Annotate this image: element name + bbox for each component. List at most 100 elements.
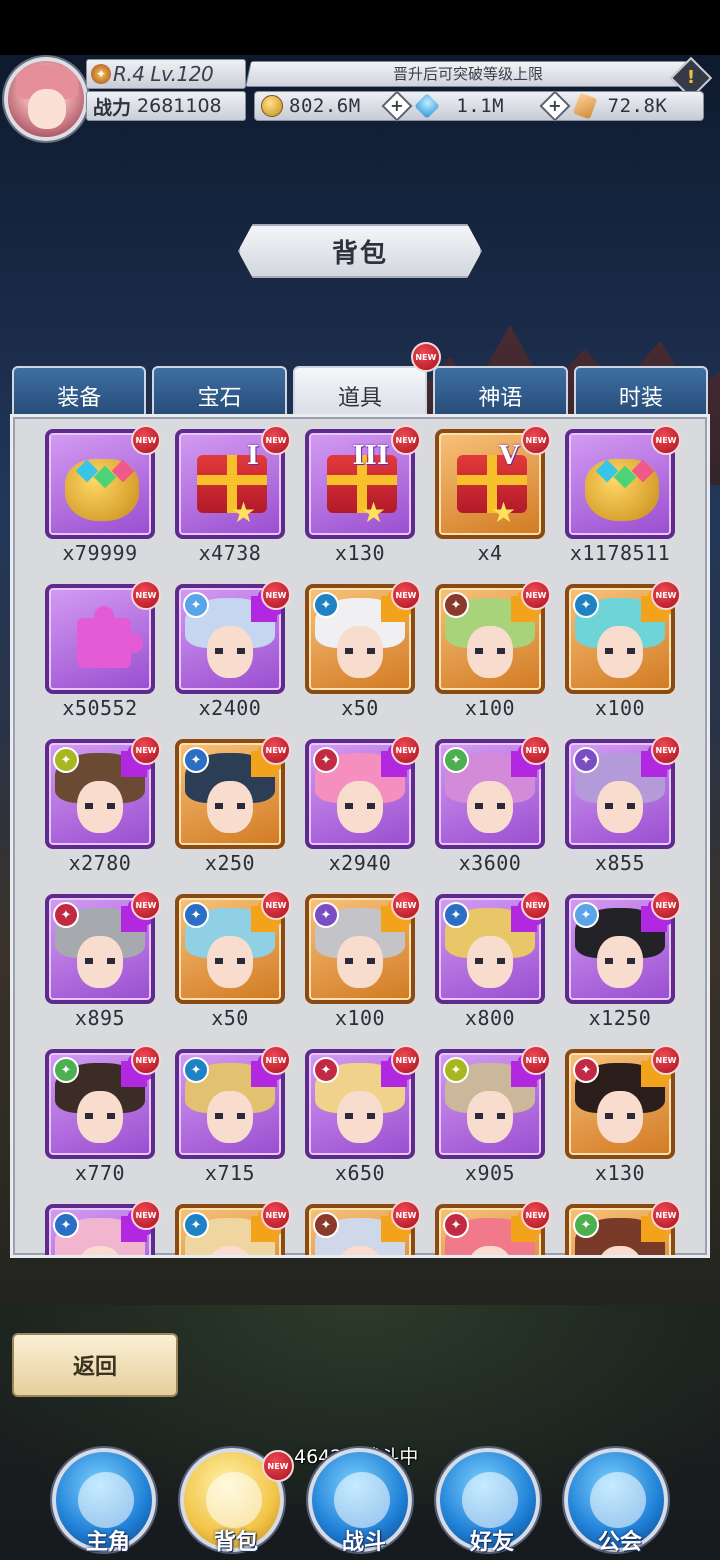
inventory-item[interactable]: ✦ NEW x2940 (305, 735, 421, 886)
inventory-item[interactable]: ✦ NEW x250 (175, 735, 291, 886)
nav-friends[interactable]: 好友 (436, 1448, 540, 1555)
item-quantity: x2780 (68, 851, 132, 875)
inventory-item[interactable]: ✦ NEW x100 (305, 890, 421, 1041)
currency-card: 72.8K (572, 92, 697, 120)
new-badge: NEW (651, 425, 681, 455)
tab-equipment[interactable]: 装备 (12, 366, 147, 416)
item-quantity: x3600 (458, 851, 522, 875)
inventory-item[interactable]: NEW x1178511 (565, 425, 681, 576)
hero-class-icon: ✦ (183, 1212, 209, 1238)
item-quantity: x4738 (198, 541, 262, 565)
inventory-item[interactable]: ✦ NEW (565, 1200, 681, 1255)
currency-gold: 802.6M (261, 95, 382, 117)
inventory-item[interactable]: ✦ NEW (305, 1200, 421, 1255)
avatar-face (28, 89, 66, 129)
back-button[interactable]: 返回 (12, 1333, 178, 1397)
nav-label: 公会 (597, 1530, 642, 1555)
inventory-item[interactable]: ✦ NEW x130 (565, 1045, 681, 1196)
new-badge: NEW (391, 580, 421, 610)
hero-class-icon: ✦ (183, 1057, 209, 1083)
new-badge: NEW (651, 890, 681, 920)
inventory-item[interactable]: NEW x79999 (45, 425, 161, 576)
inventory-item[interactable]: ✦ NEW x905 (435, 1045, 551, 1196)
tab-label: 神语 (478, 386, 523, 411)
new-badge: NEW (391, 1200, 421, 1230)
add-diamond-button[interactable]: + (539, 90, 571, 122)
nav-battle[interactable]: 战斗 (308, 1448, 412, 1555)
tab-items[interactable]: 道具 NEW (292, 342, 441, 416)
hero-class-icon: ✦ (53, 902, 79, 928)
tab-gems[interactable]: 宝石 (152, 366, 287, 416)
new-badge: NEW (651, 1045, 681, 1075)
item-grid: NEW x79999 I ★ NEW x4738 III ★ NEW x130 V ★ NEW x4 NEW… (45, 425, 695, 1255)
nav-guild[interactable]: 公会 (564, 1448, 668, 1555)
inventory-item[interactable]: ✦ NEW x770 (45, 1045, 161, 1196)
inventory-item[interactable]: III ★ NEW x130 (305, 425, 421, 576)
inventory-item[interactable]: ✦ NEW x2400 (175, 580, 291, 731)
item-quantity: x1178511 (569, 541, 671, 565)
star-icon: ★ (361, 496, 387, 529)
diamond-icon (414, 93, 441, 119)
rank-level-box: ✦ R.4 Lv.120 (86, 59, 246, 89)
inventory-item[interactable]: ✦ NEW x1250 (565, 890, 681, 1041)
hero-class-icon: ✦ (443, 902, 469, 928)
inventory-item[interactable]: ✦ NEW x3600 (435, 735, 551, 886)
inventory-item[interactable]: ✦ NEW x855 (565, 735, 681, 886)
inventory-item[interactable]: ✦ NEW (175, 1200, 291, 1255)
gold-coin-icon (261, 95, 283, 117)
tab-label: 时装 (618, 386, 663, 411)
tab-label: 宝石 (197, 386, 242, 411)
crossed-swords-icon (334, 1472, 390, 1528)
inventory-item[interactable]: ✦ NEW x715 (175, 1045, 291, 1196)
inventory-item[interactable]: ✦ NEW x800 (435, 890, 551, 1041)
new-badge: NEW (521, 735, 551, 765)
inventory-item[interactable]: ✦ NEW x2780 (45, 735, 161, 886)
inventory-item[interactable]: NEW x50552 (45, 580, 161, 731)
handshake-icon (462, 1472, 518, 1528)
hero-class-icon: ✦ (573, 592, 599, 618)
hero-class-icon: ✦ (443, 592, 469, 618)
item-quantity: x650 (334, 1161, 386, 1185)
new-badge: NEW (261, 580, 291, 610)
inventory-item[interactable]: ✦ NEW x650 (305, 1045, 421, 1196)
hero-class-icon: ✦ (313, 1057, 339, 1083)
new-badge: NEW (391, 890, 421, 920)
inventory-item[interactable]: ✦ NEW x100 (565, 580, 681, 731)
hero-class-icon: ✦ (313, 747, 339, 773)
add-gold-button[interactable]: + (381, 90, 413, 122)
combat-power-value: 2681108 (137, 95, 222, 117)
hero-class-icon: ✦ (443, 747, 469, 773)
inventory-item[interactable]: ✦ NEW x50 (305, 580, 421, 731)
hero-class-icon: ✦ (183, 592, 209, 618)
inventory-tabs: 装备 宝石 道具 NEW 神语 时装 (12, 342, 709, 416)
item-quantity: x855 (594, 851, 646, 875)
inventory-item[interactable]: ✦ NEW x50 (175, 890, 291, 1041)
tab-costumes[interactable]: 时装 (573, 366, 709, 416)
nav-hero[interactable]: 主角 (52, 1448, 156, 1555)
new-badge: NEW (131, 1045, 161, 1075)
item-quantity: x770 (74, 1161, 126, 1185)
tab-runes[interactable]: 神语 (433, 366, 568, 416)
nav-label: 背包 (213, 1530, 258, 1555)
player-avatar[interactable] (4, 57, 88, 141)
inventory-item[interactable]: ✦ NEW x100 (435, 580, 551, 731)
inventory-item[interactable]: V ★ NEW x4 (435, 425, 551, 576)
exp-notice-text: 晋升后可突破等级上限 (392, 65, 543, 83)
hero-class-icon: ✦ (573, 747, 599, 773)
inventory-item[interactable]: ✦ NEW x895 (45, 890, 161, 1041)
hero-class-icon: ✦ (183, 747, 209, 773)
hero-class-icon: ✦ (53, 1057, 79, 1083)
tab-label: 道具 (338, 386, 383, 411)
new-badge: NEW (262, 1450, 294, 1482)
item-quantity: x130 (594, 1161, 646, 1185)
inventory-panel[interactable]: NEW x79999 I ★ NEW x4738 III ★ NEW x130 V ★ NEW x4 NEW… (10, 414, 710, 1258)
item-quantity: x50 (341, 696, 379, 720)
inventory-item[interactable]: ✦ NEW (45, 1200, 161, 1255)
inventory-item[interactable]: I ★ NEW x4738 (175, 425, 291, 576)
combat-power-box: 战力 2681108 (86, 91, 246, 121)
nav-backpack[interactable]: 背包 NEW (180, 1448, 294, 1555)
item-quantity: x50552 (62, 696, 138, 720)
new-badge: NEW (261, 1045, 291, 1075)
new-badge: NEW (261, 1200, 291, 1230)
inventory-item[interactable]: ✦ NEW (435, 1200, 551, 1255)
